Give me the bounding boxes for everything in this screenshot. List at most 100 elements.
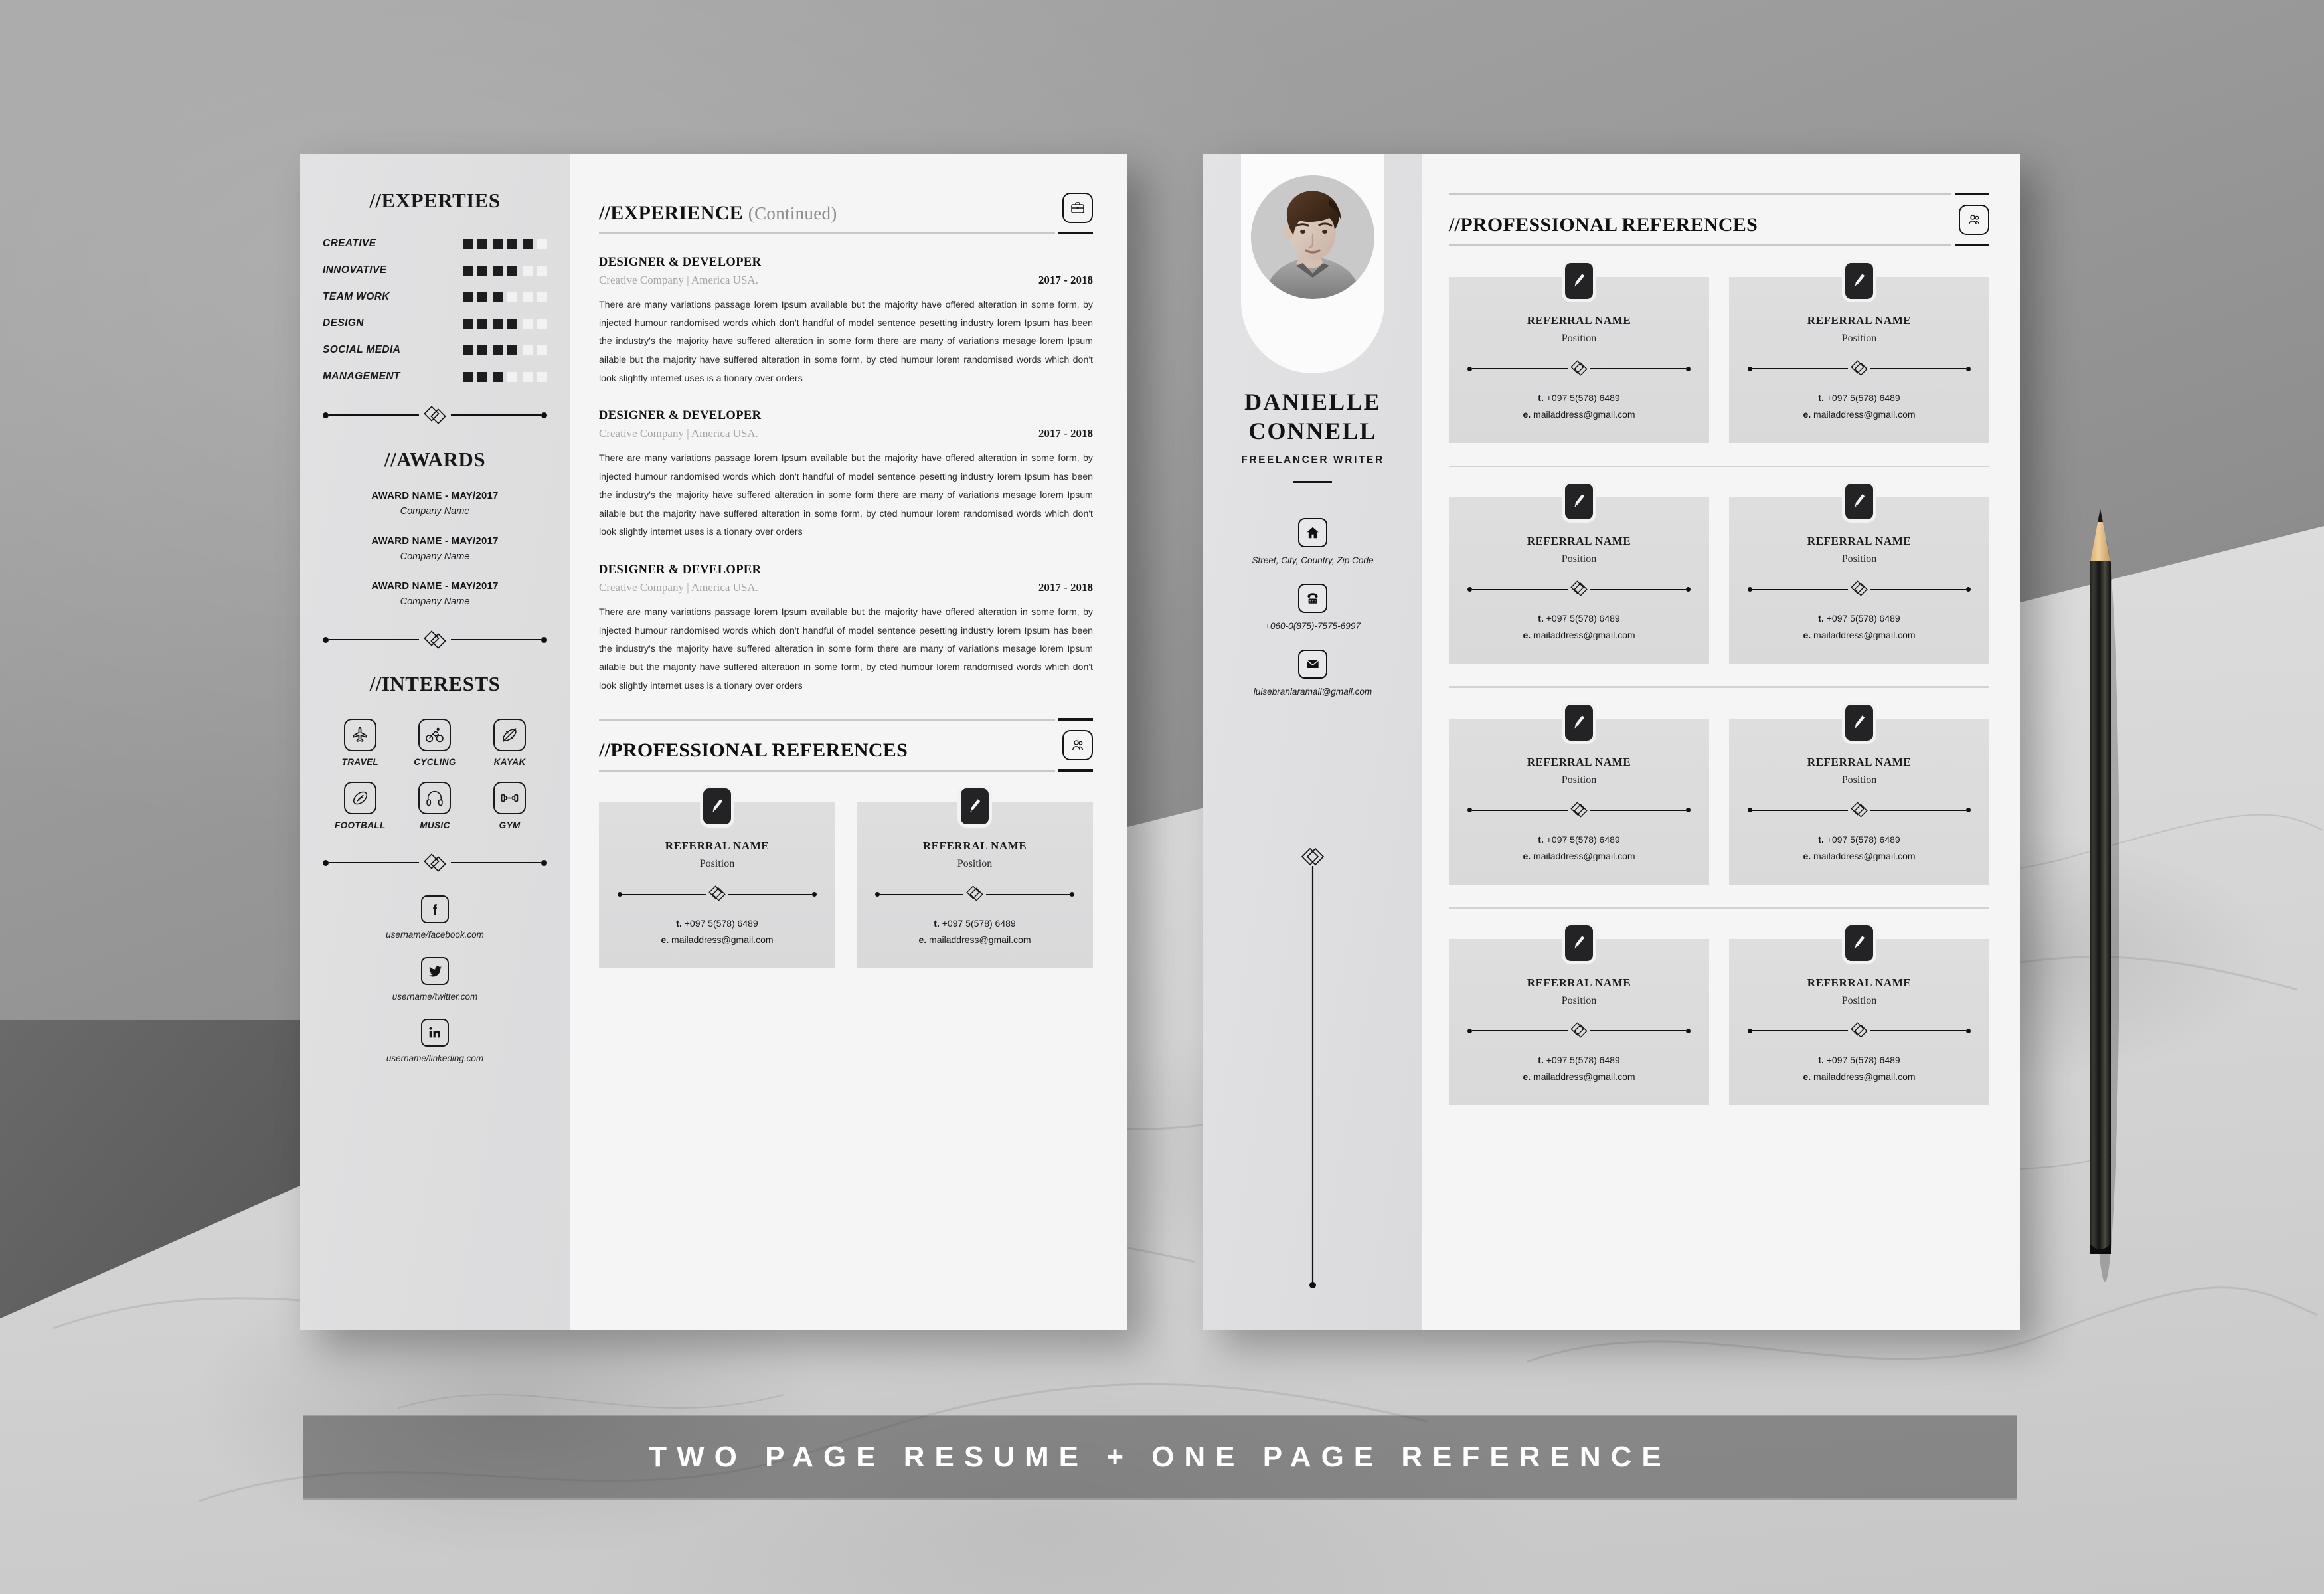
page2-references: //PROFESSIONAL REFERENCES REFERRAL NAME … <box>1422 154 2020 1330</box>
job-company: Creative Company | America USA. <box>599 580 758 594</box>
experience-title-text: //EXPERIENCE <box>599 202 743 224</box>
facebook-icon[interactable] <box>421 895 449 923</box>
diamond-ornament-icon <box>1851 580 1868 597</box>
phone-value: +097 5(578) 6489 <box>1546 834 1620 845</box>
reference-name: REFERRAL NAME <box>1527 535 1631 548</box>
email-prefix: e. <box>918 934 927 946</box>
phone-value: +097 5(578) 6489 <box>1826 613 1900 624</box>
skill-label: SOCIAL MEDIA <box>323 344 401 355</box>
job-description: There are many variations passage lorem … <box>599 300 1093 384</box>
experience-job: DESIGNER & DEVELOPER Creative Company | … <box>599 409 1093 541</box>
phone-value: +097 5(578) 6489 <box>1826 834 1900 845</box>
interest-label: TRAVEL <box>341 757 379 767</box>
skill-rating <box>462 345 547 355</box>
references-rule-bottom <box>599 769 1093 772</box>
profile-first-name: DANIELLE <box>1244 389 1381 415</box>
social-item-facebook[interactable]: username/facebook.com <box>323 895 547 940</box>
reference-name: REFERRAL NAME <box>1527 976 1631 990</box>
social-list: username/facebook.com username/twitter.c… <box>323 895 547 1063</box>
contact-item-phone: +060-0(875)-7575-6997 <box>1203 584 1422 631</box>
social-url: username/twitter.com <box>392 992 478 1002</box>
email-prefix: e. <box>1523 409 1531 420</box>
job-description: There are many variations passage lorem … <box>599 606 1093 691</box>
references-rule-top <box>1449 193 1989 195</box>
page2-profile-panel: DANIELLE CONNELL FREELANCER WRITER Stree… <box>1203 154 1422 1330</box>
phone-value: +097 5(578) 6489 <box>1826 393 1900 403</box>
experience-title: //EXPERIENCE (Continued) <box>599 203 837 223</box>
email-value: mailaddress@gmail.com <box>1813 409 1916 420</box>
reference-email: e. mailaddress@gmail.com <box>869 934 1081 945</box>
social-item-linkedin[interactable]: username/linkeding.com <box>323 1019 547 1063</box>
job-title: DESIGNER & DEVELOPER <box>599 563 762 576</box>
references-rule-bottom <box>1449 244 1989 246</box>
linkedin-icon[interactable] <box>421 1019 449 1047</box>
reference-phone: t. +097 5(578) 6489 <box>1741 834 1977 845</box>
reference-position: Position <box>1561 553 1597 565</box>
phone-prefix: t. <box>1538 834 1544 845</box>
phone-prefix: t. <box>1818 834 1824 845</box>
pen-icon <box>1842 260 1876 302</box>
pen-icon <box>1842 480 1876 523</box>
award-name: AWARD NAME - MAY/2017 <box>371 580 499 592</box>
profile-last-name: CONNELL <box>1248 417 1377 444</box>
skill-row: INNOVATIVE <box>323 264 547 276</box>
reference-name: REFERRAL NAME <box>1527 755 1631 768</box>
reference-email: e. mailaddress@gmail.com <box>1461 630 1697 640</box>
reference-position: Position <box>1561 774 1597 786</box>
email-value: mailaddress@gmail.com <box>1533 850 1635 861</box>
references-title: //PROFESSIONAL REFERENCES <box>1449 214 1758 236</box>
name-underline <box>1293 480 1332 484</box>
social-item-twitter[interactable]: username/twitter.com <box>323 957 547 1002</box>
reference-email: e. mailaddress@gmail.com <box>1461 1071 1697 1082</box>
email-value: mailaddress@gmail.com <box>1533 409 1635 420</box>
pen-icon <box>1562 480 1596 523</box>
interest-grid: TRAVEL CYCLING KAYAK FOOTBALL MUSIC GYM <box>323 719 547 830</box>
profile-role: FREELANCER WRITER <box>1241 454 1384 466</box>
email-value: mailaddress@gmail.com <box>671 934 774 946</box>
reference-position: Position <box>1561 995 1597 1007</box>
reference-page: DANIELLE CONNELL FREELANCER WRITER Stree… <box>1203 154 2020 1330</box>
phone-prefix: t. <box>676 918 682 929</box>
phone-value: +097 5(578) 6489 <box>1546 613 1620 624</box>
reference-card-row: REFERRAL NAME Position t. +097 5(578) 64… <box>1449 260 1989 443</box>
skill-label: DESIGN <box>323 317 364 329</box>
reference-email: e. mailaddress@gmail.com <box>611 934 823 945</box>
page1-references: //PROFESSIONAL REFERENCES REFERRAL NAME … <box>599 718 1093 969</box>
award-item: AWARD NAME - MAY/2017 Company Name <box>323 535 547 562</box>
reference-position: Position <box>1561 333 1597 344</box>
award-company: Company Name <box>400 506 470 517</box>
banner-text: TWO PAGE RESUME + ONE PAGE REFERENCE <box>649 1441 1671 1473</box>
skill-label: INNOVATIVE <box>323 264 387 276</box>
pen-icon <box>1562 922 1596 965</box>
reference-phone: t. +097 5(578) 6489 <box>1461 393 1697 403</box>
phone-value: +097 5(578) 6489 <box>684 918 758 929</box>
diamond-ornament-icon <box>1570 580 1588 597</box>
contact-address: Street, City, Country, Zip Code <box>1252 555 1374 565</box>
pen-icon <box>700 785 734 828</box>
interest-item-football: FOOTBALL <box>335 782 386 830</box>
skill-list: CREATIVE INNOVATIVE TEAM WORK DESIGN SOC… <box>323 238 547 383</box>
vertical-ornament-stem <box>1293 846 1333 1294</box>
contact-list: Street, City, Country, Zip Code +060-0(8… <box>1203 499 1422 697</box>
skill-row: CREATIVE <box>323 238 547 250</box>
card-ornament-divider <box>618 885 817 903</box>
reference-name: REFERRAL NAME <box>1807 976 1912 990</box>
diamond-ornament-icon <box>966 885 983 901</box>
reference-email: e. mailaddress@gmail.com <box>1741 1071 1977 1082</box>
reference-card: REFERRAL NAME Position t. +097 5(578) 64… <box>857 785 1093 969</box>
diamond-ornament-icon <box>424 853 446 872</box>
experience-job: DESIGNER & DEVELOPER Creative Company | … <box>599 256 1093 388</box>
experience-header: //EXPERIENCE (Continued) <box>599 193 1093 223</box>
card-ornament-divider <box>1748 580 1971 598</box>
reference-card: REFERRAL NAME Position t. +097 5(578) 64… <box>1729 922 1989 1106</box>
football-icon <box>343 782 376 814</box>
experience-rule <box>599 232 1093 234</box>
skill-label: TEAM WORK <box>323 291 390 302</box>
interest-label: CYCLING <box>414 757 456 767</box>
reference-phone: t. +097 5(578) 6489 <box>1461 1055 1697 1065</box>
references-header: //PROFESSIONAL REFERENCES <box>1449 205 1989 235</box>
skill-row: TEAM WORK <box>323 291 547 303</box>
pen-icon <box>1842 701 1876 744</box>
twitter-icon[interactable] <box>421 957 449 985</box>
email-value: mailaddress@gmail.com <box>1813 630 1916 641</box>
